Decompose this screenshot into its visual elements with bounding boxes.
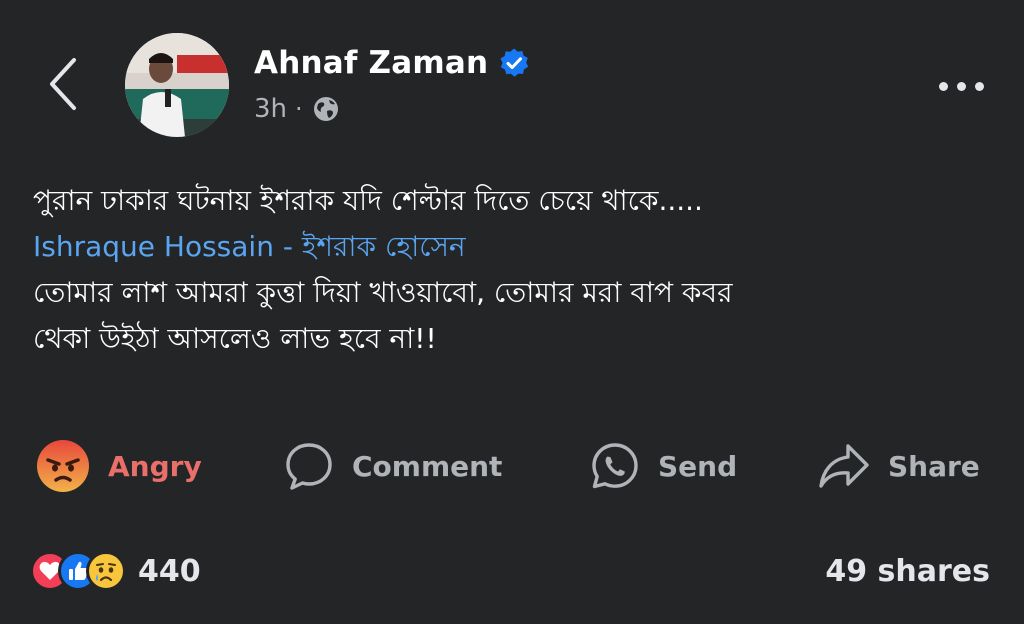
facebook-post: Ahnaf Zaman 3h · পুরান ঢাকার ঘটনায় ইশরা… bbox=[0, 0, 1024, 624]
sad-face-glyph bbox=[96, 563, 116, 582]
more-horizontal-icon bbox=[974, 81, 984, 91]
send-button[interactable]: Send bbox=[590, 435, 737, 497]
angry-reaction-icon bbox=[37, 440, 89, 492]
post-text-line: তোমার লাশ আমরা কুত্তা দিয়া খাওয়াবো, তো… bbox=[33, 276, 733, 309]
reactions-summary[interactable]: 440 bbox=[30, 546, 201, 596]
send-label: Send bbox=[658, 449, 738, 483]
react-label: Angry bbox=[108, 449, 202, 483]
back-button[interactable] bbox=[38, 52, 88, 116]
timestamp[interactable]: 3h bbox=[254, 94, 287, 124]
react-button[interactable]: Angry bbox=[36, 435, 202, 497]
verified-badge-icon bbox=[500, 48, 529, 77]
post-meta: 3h · bbox=[254, 88, 340, 130]
send-icon-wrapper bbox=[590, 441, 640, 491]
post-text: পুরান ঢাকার ঘটনায় ইশরাক যদি শেল্টার দিত… bbox=[33, 178, 993, 362]
reaction-count: 440 bbox=[138, 553, 201, 589]
author-row: Ahnaf Zaman bbox=[254, 40, 530, 86]
whatsapp-icon bbox=[592, 443, 638, 489]
action-bar: Angry Comment Send Share bbox=[0, 435, 1024, 497]
comment-icon-wrapper bbox=[284, 441, 334, 491]
shares-count[interactable]: 49 shares bbox=[825, 548, 990, 594]
comment-button[interactable]: Comment bbox=[284, 435, 502, 497]
more-horizontal-icon bbox=[938, 81, 948, 91]
globe-icon[interactable] bbox=[312, 95, 340, 123]
share-icon-wrapper bbox=[818, 441, 870, 491]
angry-reaction-wrapper bbox=[36, 439, 90, 493]
meta-separator: · bbox=[295, 95, 303, 123]
post-text-line: থেকা উইঠা আসলেও লাভ হবে না!! bbox=[33, 322, 437, 355]
share-button[interactable]: Share bbox=[818, 435, 980, 497]
comment-label: Comment bbox=[352, 449, 503, 483]
chevron-left-icon bbox=[50, 58, 76, 110]
avatar[interactable] bbox=[125, 33, 229, 137]
share-arrow-icon bbox=[819, 444, 869, 488]
comment-icon bbox=[286, 443, 332, 490]
avatar-photo bbox=[125, 33, 229, 137]
more-options-button[interactable] bbox=[930, 66, 992, 106]
sad-reaction-icon bbox=[86, 551, 126, 591]
author-name[interactable]: Ahnaf Zaman bbox=[254, 45, 488, 81]
post-text-line: পুরান ঢাকার ঘটনায় ইশরাক যদি শেল্টার দিত… bbox=[33, 184, 703, 217]
more-horizontal-icon bbox=[956, 81, 966, 91]
share-label: Share bbox=[888, 449, 980, 483]
mention-link[interactable]: Ishraque Hossain - ইশরাক হোসেন bbox=[33, 224, 993, 270]
